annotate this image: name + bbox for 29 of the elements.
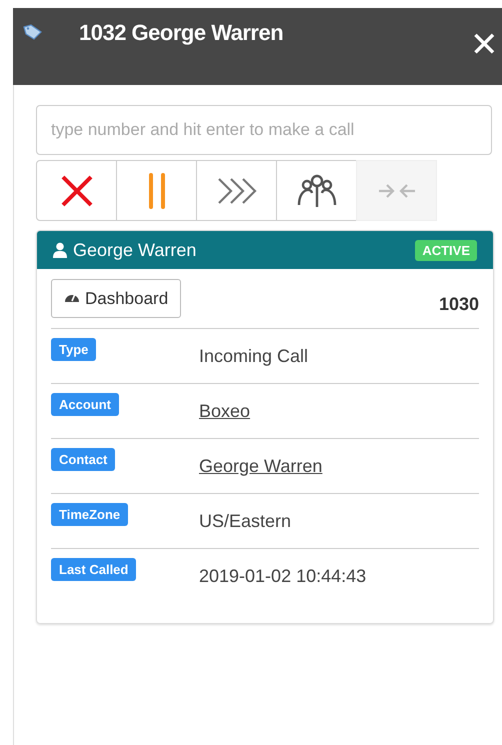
conference-button[interactable] (276, 160, 357, 221)
field-label: Account (51, 393, 119, 416)
dashboard-button[interactable]: Dashboard (51, 279, 182, 318)
hold-button[interactable] (116, 160, 197, 221)
field-label: Type (51, 338, 96, 361)
field-label: Last Called (51, 558, 136, 581)
cross-icon (60, 174, 92, 206)
contact-name: George Warren (73, 240, 198, 260)
field-value: Incoming Call (199, 346, 310, 366)
transfer-button[interactable] (196, 160, 277, 221)
field-link[interactable]: George Warren (199, 456, 479, 476)
arrows-icon (378, 184, 416, 198)
field-value: 2019-01-02 10:44:43 (199, 566, 368, 586)
tag-icon (23, 24, 43, 40)
dial-input[interactable]: type number and hit enter to make a call (36, 105, 492, 155)
status-label: ACTIVE (415, 240, 477, 260)
user-icon (53, 242, 67, 258)
chevrons-icon (216, 176, 256, 204)
field-label: Contact (51, 448, 116, 471)
close-button[interactable]: ✕ (466, 28, 502, 62)
field-value: US/Eastern (199, 510, 292, 532)
hangup-button[interactable] (36, 160, 117, 221)
field-link[interactable]: Boxeo (199, 400, 479, 422)
pause-icon (148, 172, 166, 210)
panel-title: 1032 George Warren (79, 20, 284, 46)
dashboard-icon (64, 294, 80, 303)
people-icon (296, 174, 336, 208)
field-label: TimeZone (51, 503, 128, 526)
extension-number: 1030 (438, 294, 479, 315)
